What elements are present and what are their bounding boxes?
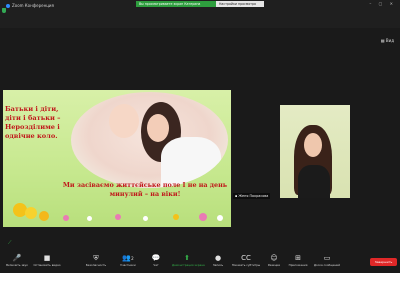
participants-button[interactable]: 👥2 Участники [113,254,143,267]
flower [199,213,207,221]
share-screen-button[interactable]: ⬆ Демонстрация экрана [172,254,205,267]
flower [39,211,49,221]
window-title: Zoom Конференция [6,3,54,8]
view-button[interactable]: ▦ Вид [381,38,394,43]
chat-button[interactable]: 💬 Чат [141,254,171,267]
participants-label: Участники [120,263,136,267]
shared-screen-slide: Батьки і діти, діти і батьки – Нерозділи… [3,90,231,227]
stop-video-label: Остановить видео [33,263,61,267]
zoom-window: Zoom Конференция Вы просматриваете экран… [0,0,400,273]
flower [217,215,223,221]
security-button[interactable]: ⛨ Безопасность [81,254,111,267]
window-controls[interactable]: – ▢ ✕ [369,1,396,6]
video-icon: ■ [43,254,51,262]
cc-icon: CC [241,254,251,262]
unmute-button[interactable]: 🎤 Включить звук [2,254,32,267]
slide-photo [71,92,228,188]
participant-video[interactable] [280,105,350,198]
mic-icon: 🎤 [12,254,22,262]
flower [25,207,37,219]
captions-label: Показать субтитры [231,263,261,267]
participants-count: 2 [131,256,134,261]
whiteboard-button[interactable]: ▭ Доска сообщений [312,254,342,267]
shield-icon: ⛨ [93,254,99,262]
slide-poem-bottom: Ми засіваємо життєйське поле І не на ден… [62,181,228,198]
flower-decoration [3,199,231,227]
slide-poem-left: Батьки і діти, діти і батьки – Нерозділи… [5,105,61,140]
mic-level-icon: ⟋ [8,240,12,246]
presenter-name: Женя Покрасова [238,194,269,198]
share-icon: ⬆ [184,254,190,262]
whiteboard-icon: ▭ [323,254,331,262]
view-button-label: Вид [385,38,394,43]
security-label: Безопасность [85,263,107,267]
baby [109,104,139,138]
participant-clothing [298,165,330,198]
flower [87,216,92,221]
presenter-name-tag: ▪ Женя Покрасова [233,193,271,199]
participant-face [304,133,322,157]
meeting-toolbar: 🎤 Включить звук ■ Остановить видео ⛨ Без… [0,251,400,273]
leave-button[interactable]: Завершить [370,258,397,266]
share-screen-label: Демонстрация экрана [172,263,205,267]
share-banner[interactable]: Вы просматриваете экран Катерина [136,1,216,7]
flower [115,214,121,220]
stop-video-button[interactable]: ■ Остановить видео [32,254,62,267]
chat-icon: 💬 [151,254,161,262]
flower [143,216,148,221]
record-icon: ● [214,254,222,262]
window-title-text: Zoom Конференция [12,3,54,8]
record-label: Запись [212,263,224,267]
view-options-button[interactable]: Настройки просмотра [216,1,264,7]
record-button[interactable]: ● Запись [203,254,233,267]
captions-button[interactable]: CC Показать субтитры [231,254,261,267]
apps-icon: ⊞ [295,254,301,262]
title-bar: Zoom Конференция Вы просматриваете экран… [0,0,400,28]
flower [173,214,179,220]
zoom-logo-icon [6,4,10,8]
mother-shirt [161,137,221,187]
apps-button[interactable]: ⊞ Приложения [283,254,313,267]
chat-label: Чат [153,263,159,267]
unmute-label: Включить звук [6,263,28,267]
whiteboard-label: Доска сообщений [313,263,341,267]
encryption-shield-icon[interactable] [2,8,6,13]
mother-face [147,114,169,142]
flower [63,215,69,221]
apps-label: Приложения [288,263,308,267]
participants-icon: 👥2 [122,254,134,262]
